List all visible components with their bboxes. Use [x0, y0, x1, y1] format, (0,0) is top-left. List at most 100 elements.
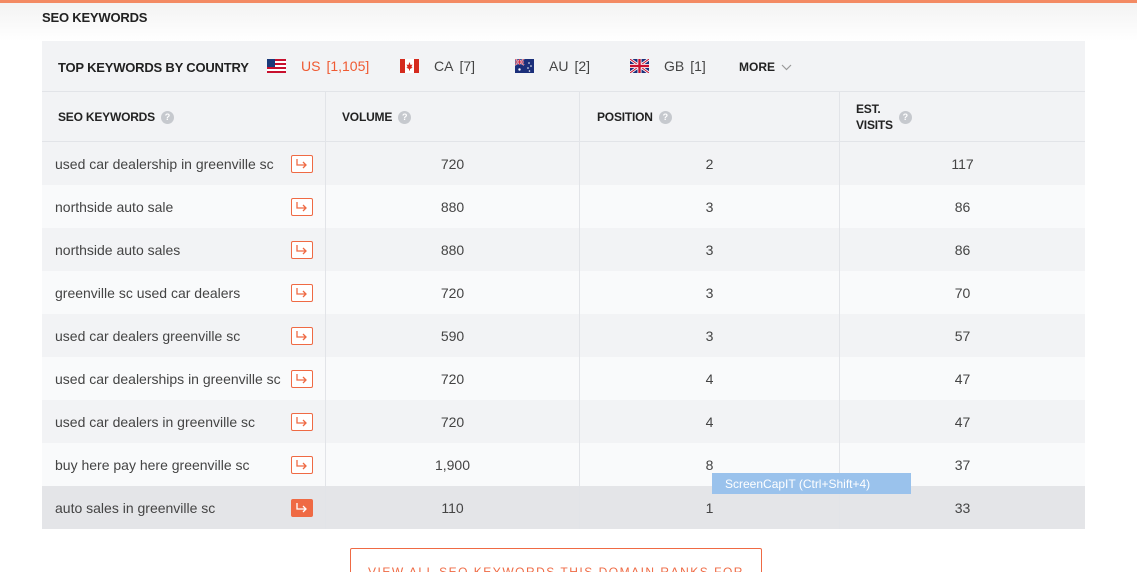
keyword-text[interactable]: northside auto sale: [55, 199, 173, 215]
gb-flag-icon: [630, 59, 649, 73]
redirect-arrow-icon: [296, 288, 307, 298]
position-cell: 2: [580, 142, 840, 185]
table-row: buy here pay here greenville sc 1,900 8 …: [42, 443, 1085, 486]
view-all-keywords-button[interactable]: VIEW ALL SEO KEYWORDS THIS DOMAIN RANKS …: [350, 548, 762, 572]
open-keyword-button[interactable]: [291, 154, 313, 173]
table-row: used car dealers in greenville sc 720 4 …: [42, 400, 1085, 443]
screencapit-tooltip: ScreenCapIT (Ctrl+Shift+4): [712, 473, 911, 494]
visits-cell: 86: [954, 198, 971, 215]
table-header: SEO KEYWORDS ? VOLUME ? POSITION ? EST. …: [42, 92, 1085, 142]
open-keyword-button[interactable]: [291, 369, 313, 388]
table-row: northside auto sale 880 3 86: [42, 185, 1085, 228]
redirect-arrow-icon: [296, 460, 307, 470]
keyword-text[interactable]: used car dealership in greenville sc: [55, 156, 274, 172]
header-est-visits-label: EST. VISITS: [856, 101, 893, 133]
visits-cell: 117: [951, 155, 974, 172]
keyword-cell: northside auto sale: [42, 185, 326, 228]
keyword-text[interactable]: greenville sc used car dealers: [55, 285, 240, 301]
country-bar: TOP KEYWORDS BY COUNTRY US [1,105] CA [7…: [42, 41, 1085, 92]
keyword-cell: used car dealerships in greenville sc: [42, 357, 326, 400]
country-tab-us[interactable]: US [1,105]: [267, 57, 369, 75]
header-keywords[interactable]: SEO KEYWORDS ?: [42, 92, 326, 142]
header-volume[interactable]: VOLUME ?: [326, 92, 580, 142]
header-est-visits[interactable]: EST. VISITS ?: [840, 92, 1085, 142]
visits-cell: 70: [954, 284, 971, 301]
section-title: SEO KEYWORDS: [42, 10, 148, 25]
keyword-text[interactable]: used car dealers greenville sc: [55, 328, 240, 344]
volume-cell: 720: [326, 400, 580, 443]
redirect-arrow-icon: [296, 159, 307, 169]
open-keyword-button[interactable]: [291, 240, 313, 259]
country-code: GB: [664, 58, 685, 74]
redirect-arrow-icon: [296, 245, 307, 255]
keyword-cell: auto sales in greenville sc: [42, 486, 326, 529]
ca-flag-icon: [400, 59, 419, 73]
chevron-down-icon: [781, 64, 792, 70]
country-count: [7]: [459, 58, 476, 74]
us-flag-icon: [267, 59, 286, 73]
keyword-text[interactable]: used car dealers in greenville sc: [55, 414, 255, 430]
country-code: CA: [434, 58, 454, 74]
visits-cell: 86: [954, 241, 971, 258]
volume-cell: 720: [326, 357, 580, 400]
help-icon[interactable]: ?: [160, 110, 174, 124]
volume-cell: 880: [326, 185, 580, 228]
keyword-rows: used car dealership in greenville sc 720…: [42, 142, 1085, 529]
keyword-text[interactable]: buy here pay here greenville sc: [55, 457, 250, 473]
country-bar-label: TOP KEYWORDS BY COUNTRY: [58, 60, 249, 75]
au-flag-icon: [515, 59, 534, 73]
country-code: US: [301, 58, 321, 74]
country-count: [2]: [574, 58, 591, 74]
volume-cell: 590: [326, 314, 580, 357]
more-label: MORE: [739, 60, 775, 74]
table-row: used car dealership in greenville sc 720…: [42, 142, 1085, 185]
table-row: northside auto sales 880 3 86: [42, 228, 1085, 271]
open-keyword-button[interactable]: [291, 326, 313, 345]
position-cell: 3: [580, 228, 840, 271]
open-keyword-button[interactable]: [291, 412, 313, 431]
keyword-text[interactable]: auto sales in greenville sc: [55, 500, 215, 516]
redirect-arrow-icon: [296, 417, 307, 427]
visits-cell: 47: [954, 413, 971, 430]
header-shadow: [0, 3, 1137, 41]
keyword-cell: northside auto sales: [42, 228, 326, 271]
position-cell: 4: [580, 400, 840, 443]
open-keyword-button[interactable]: [291, 197, 313, 216]
volume-cell: 720: [326, 142, 580, 185]
volume-cell: 720: [326, 271, 580, 314]
volume-cell: 1,900: [326, 443, 580, 486]
open-keyword-button[interactable]: [291, 283, 313, 302]
keyword-cell: used car dealers greenville sc: [42, 314, 326, 357]
header-keywords-label: SEO KEYWORDS: [58, 110, 155, 124]
redirect-arrow-icon: [296, 374, 307, 384]
open-keyword-button[interactable]: [291, 455, 313, 474]
table-row: used car dealerships in greenville sc 72…: [42, 357, 1085, 400]
keyword-cell: used car dealers in greenville sc: [42, 400, 326, 443]
keyword-cell: used car dealership in greenville sc: [42, 142, 326, 185]
header-position[interactable]: POSITION ?: [580, 92, 840, 142]
position-cell: 4: [580, 357, 840, 400]
table-row: used car dealers greenville sc 590 3 57: [42, 314, 1085, 357]
keyword-text[interactable]: northside auto sales: [55, 242, 180, 258]
visits-cell: 47: [954, 370, 971, 387]
position-cell: 3: [580, 185, 840, 228]
help-icon[interactable]: ?: [658, 110, 672, 124]
table-row: greenville sc used car dealers 720 3 70: [42, 271, 1085, 314]
help-icon[interactable]: ?: [898, 110, 912, 124]
country-count: [1,105]: [326, 58, 370, 74]
country-tab-ca[interactable]: CA [7]: [400, 57, 475, 75]
country-count: [1]: [690, 58, 706, 74]
redirect-arrow-icon: [296, 331, 307, 341]
position-cell: 3: [580, 271, 840, 314]
keyword-cell: greenville sc used car dealers: [42, 271, 326, 314]
help-icon[interactable]: ?: [398, 110, 412, 124]
more-countries-dropdown[interactable]: MORE: [739, 60, 792, 74]
keyword-cell: buy here pay here greenville sc: [42, 443, 326, 486]
volume-cell: 110: [326, 486, 580, 529]
country-tab-gb[interactable]: GB [1]: [630, 57, 706, 75]
country-tab-au[interactable]: AU [2]: [515, 57, 590, 75]
header-position-label: POSITION: [597, 110, 653, 124]
header-visits-line: VISITS: [856, 118, 893, 132]
keyword-text[interactable]: used car dealerships in greenville sc: [55, 371, 281, 387]
open-keyword-button[interactable]: [291, 498, 313, 517]
